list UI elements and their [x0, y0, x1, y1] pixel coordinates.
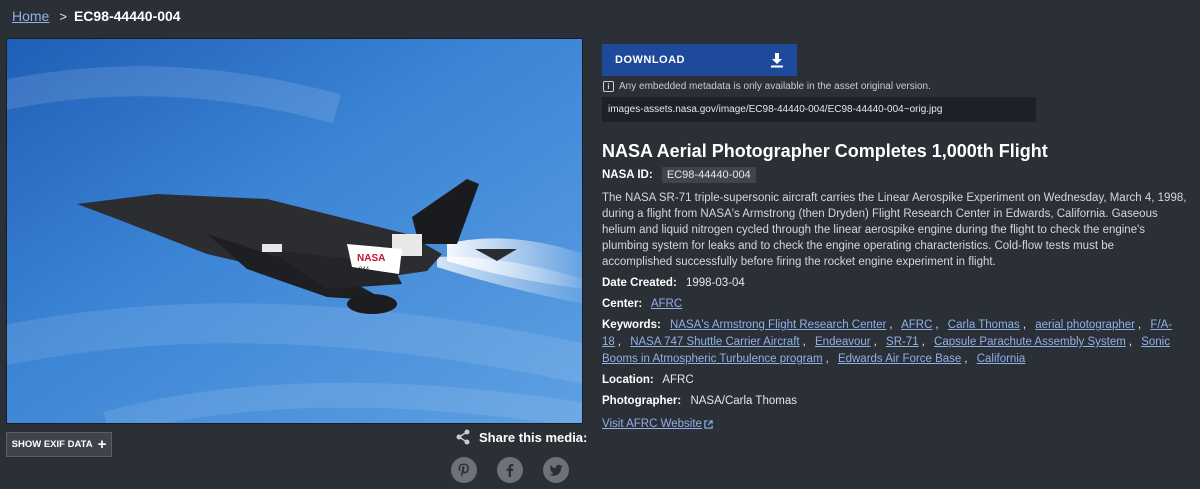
pinterest-button[interactable] [451, 457, 477, 483]
metadata-note: i Any embedded metadata is only availabl… [603, 81, 931, 92]
breadcrumb-current: EC98-44440-004 [73, 8, 181, 24]
show-exif-label: SHOW EXIF DATA [11, 439, 93, 450]
facebook-icon [506, 464, 514, 477]
share-icon [456, 429, 470, 445]
asset-image[interactable]: NASA 844 [6, 38, 583, 424]
visit-afrc-link[interactable]: Visit AFRC Website [602, 418, 713, 430]
keyword-link[interactable]: Edwards Air Force Base [838, 353, 961, 365]
share-section: Share this media: [455, 429, 587, 445]
metadata-note-text: Any embedded metadata is only available … [619, 81, 931, 92]
date-value: 1998-03-04 [685, 277, 745, 289]
date-label: Date Created: [602, 277, 677, 289]
twitter-button[interactable] [543, 457, 569, 483]
facebook-button[interactable] [497, 457, 523, 483]
photographer-value: NASA/Carla Thomas [690, 395, 797, 407]
keyword-link[interactable]: California [977, 353, 1026, 365]
nasa-id-row: NASA ID: EC98-44440-004 [602, 167, 1187, 184]
keywords-row: Keywords: NASA's Armstrong Flight Resear… [602, 319, 1173, 365]
sr71-photo: NASA 844 [7, 39, 582, 423]
keyword-link[interactable]: NASA's Armstrong Flight Research Center [670, 319, 886, 331]
location-value: AFRC [662, 374, 694, 386]
tail-nasa-text: NASA [357, 253, 385, 264]
keyword-link[interactable]: NASA 747 Shuttle Carrier Aircraft [630, 336, 799, 348]
keyword-link[interactable]: Capsule Parachute Assembly System [934, 336, 1126, 348]
nasa-id-value: EC98-44440-004 [661, 167, 756, 183]
page-title: NASA Aerial Photographer Completes 1,000… [602, 141, 1048, 161]
breadcrumb: Home > EC98-44440-004 [12, 8, 181, 24]
breadcrumb-home-link[interactable]: Home [12, 8, 49, 24]
download-icon [771, 53, 783, 68]
breadcrumb-separator: > [59, 8, 67, 24]
info-icon: i [603, 81, 614, 92]
external-link-icon [704, 419, 713, 429]
asset-url-text: images-assets.nasa.gov/image/EC98-44440-… [608, 104, 943, 115]
download-button[interactable]: DOWNLOAD [602, 44, 797, 76]
twitter-icon [549, 464, 563, 476]
keyword-link[interactable]: AFRC [901, 319, 932, 331]
plus-icon: + [97, 436, 107, 453]
keyword-link[interactable]: Carla Thomas [948, 319, 1020, 331]
description: The NASA SR-71 triple-supersonic aircraf… [602, 192, 1187, 268]
keyword-link[interactable]: aerial photographer [1035, 319, 1135, 331]
download-label: DOWNLOAD [615, 54, 685, 66]
keywords-label: Keywords: [602, 319, 661, 331]
center-row: Center: AFRC [602, 296, 1187, 313]
location-row: Location: AFRC [602, 372, 1187, 389]
photographer-row: Photographer: NASA/Carla Thomas [602, 393, 1187, 410]
show-exif-button[interactable]: SHOW EXIF DATA + [6, 432, 112, 457]
asset-details: NASA Aerial Photographer Completes 1,000… [602, 141, 1187, 432]
asset-url-field[interactable]: images-assets.nasa.gov/image/EC98-44440-… [602, 97, 1036, 122]
keyword-link[interactable]: Endeavour [815, 336, 871, 348]
center-link[interactable]: AFRC [651, 298, 682, 310]
share-label: Share this media: [479, 429, 588, 445]
nasa-id-label: NASA ID: [602, 169, 653, 181]
photographer-label: Photographer: [602, 395, 682, 407]
tail-number-text: 844 [359, 267, 370, 273]
pinterest-icon [458, 463, 469, 477]
location-label: Location: [602, 374, 654, 386]
visit-afrc-label: Visit AFRC Website [602, 418, 702, 430]
keyword-link[interactable]: SR-71 [886, 336, 919, 348]
date-row: Date Created: 1998-03-04 [602, 275, 1187, 292]
center-label: Center: [602, 298, 643, 310]
